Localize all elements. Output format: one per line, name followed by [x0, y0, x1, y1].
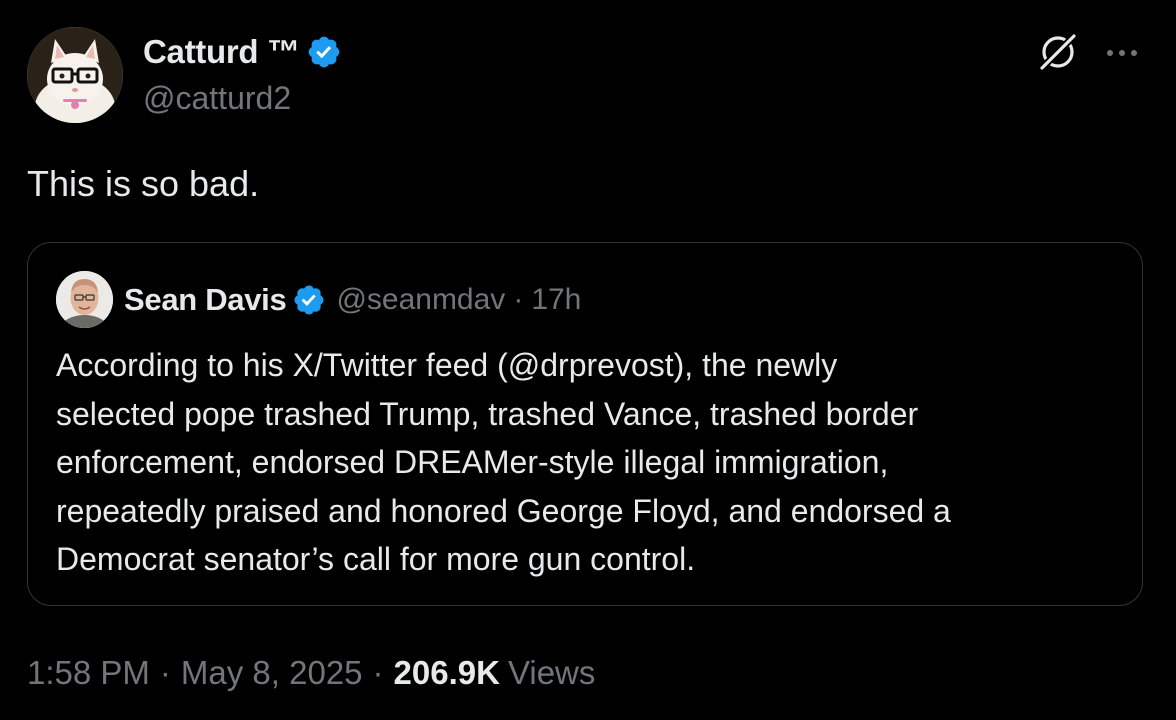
quoted-text-line: repeatedly praised and honored George Fl… [56, 492, 951, 529]
tweet-time[interactable]: 1:58 PM [27, 654, 150, 691]
meta-separator: · [159, 654, 171, 691]
quoted-text-line: According to his X/Twitter feed (@drprev… [56, 347, 838, 383]
tweet-text: This is so bad. [27, 163, 260, 204]
author-display-name[interactable]: Catturd ™ [143, 33, 300, 71]
author-name-row: Catturd ™ [143, 30, 342, 74]
person-avatar-icon [56, 271, 113, 328]
verified-badge-icon[interactable] [292, 283, 326, 317]
quoted-timestamp[interactable]: 17h [531, 283, 581, 317]
cat-with-glasses-avatar-icon [27, 27, 123, 123]
views-count[interactable]: 206.9K [394, 654, 500, 691]
tweet-date[interactable]: May 8, 2025 [181, 654, 363, 691]
quoted-text-line: Democrat senator’s call for more gun con… [56, 541, 696, 577]
author-avatar[interactable] [27, 27, 123, 123]
quoted-text: According to his X/Twitter feed (@drprev… [56, 341, 1126, 584]
quoted-author-avatar[interactable] [56, 271, 113, 328]
views-label: Views [507, 654, 596, 691]
tweet-meta: 1:58 PM · May 8, 2025 · 206.9K Views [27, 654, 595, 692]
author-handle[interactable]: @catturd2 [143, 80, 291, 117]
quoted-handle[interactable]: @seanmdav [336, 283, 505, 317]
grok-icon[interactable] [1034, 28, 1082, 76]
tweet: Catturd ™ @catturd2 This is so bad. Sean… [0, 0, 1176, 720]
meta-separator: · [372, 654, 384, 691]
quoted-separator: · [513, 283, 524, 316]
quoted-tweet[interactable]: Sean Davis @seanmdav · 17h According to … [27, 242, 1143, 606]
quoted-display-name[interactable]: Sean Davis [124, 282, 287, 318]
quoted-text-line: selected pope trashed Trump, trashed Van… [56, 395, 919, 432]
more-options-icon[interactable] [1102, 33, 1142, 73]
verified-badge-icon[interactable] [306, 34, 342, 70]
quoted-text-line: enforcement, endorsed DREAMer-style ille… [56, 444, 889, 480]
quoted-header: Sean Davis @seanmdav · 17h [124, 279, 581, 321]
